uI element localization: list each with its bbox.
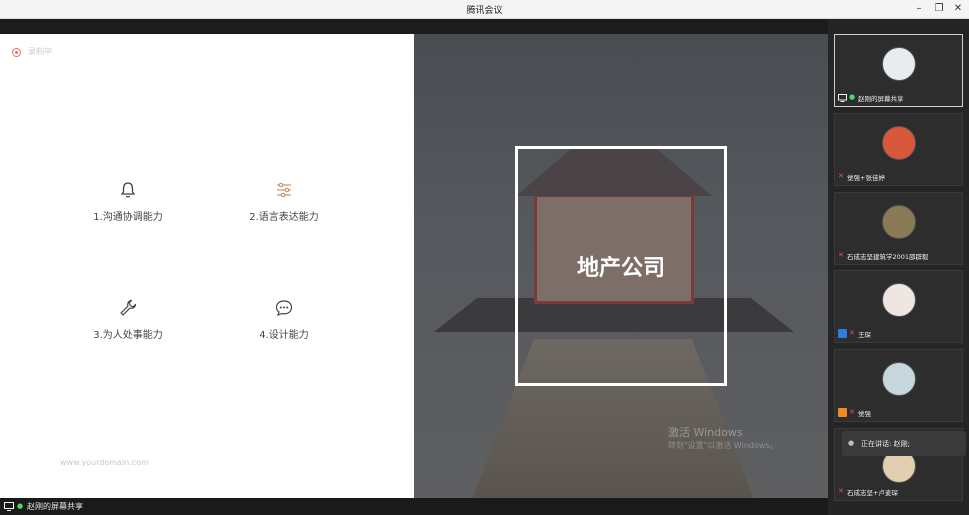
domain-text: www.yourdomain.com — [60, 458, 149, 467]
share-label-text: 赵刚的屏幕共享 — [27, 502, 83, 511]
participant-label: ✕ 觉强 — [838, 407, 871, 418]
skill-label: 2.语言表达能力 — [249, 212, 319, 223]
participant-label: ✕ 觉强+张佳婷 — [838, 171, 885, 182]
recording-text: 录制中 — [28, 47, 52, 56]
person-icon — [838, 408, 847, 417]
screen-share-icon — [4, 502, 14, 511]
avatar — [882, 126, 916, 160]
participant-label: ✕ 石成志坚建筑学2001邵辟毅 — [838, 250, 929, 261]
mic-muted-icon: ✕ — [838, 251, 844, 259]
participant-name: 王琛 — [858, 330, 871, 339]
participant-tile-2[interactable]: ✕ 觉强+张佳婷 — [834, 113, 963, 186]
wrench-icon — [120, 299, 137, 316]
screen-share-indicator[interactable]: ● 赵刚的屏幕共享 — [4, 500, 83, 513]
skill-item-2: 2.语言表达能力 — [214, 180, 354, 223]
participant-tile-1[interactable]: ● 赵刚的屏幕共享 — [834, 34, 963, 107]
sliders-icon — [277, 182, 291, 198]
participant-label: ✕ 石成志坚+卢麦琛 — [838, 486, 898, 497]
slide-image-panel: 地产公司 激活 Windows 转到"设置"以激活 Windows。 — [414, 34, 828, 498]
company-title: 地产公司 — [576, 256, 665, 281]
mic-icon: ● — [849, 93, 856, 101]
skill-item-1: 1.沟通协调能力 — [58, 180, 198, 223]
minimize-icon[interactable]: – — [911, 2, 927, 16]
skill-label: 4.设计能力 — [259, 330, 309, 341]
avatar — [882, 362, 916, 396]
slide-left-panel: 录制中 1.沟通协调能力 2.语言表达能力 3.为人处事能力 4.设计能力 ww… — [0, 34, 414, 498]
close-icon[interactable]: ✕ — [950, 2, 966, 16]
participant-tile-3[interactable]: ✕ 石成志坚建筑学2001邵辟毅 — [834, 192, 963, 265]
participant-name: 石成志坚建筑学2001邵辟毅 — [847, 252, 929, 261]
participant-tile-5[interactable]: ✕ 觉强 — [834, 349, 963, 422]
restore-icon[interactable]: ❐ — [931, 2, 947, 16]
participant-name: 赵刚的屏幕共享 — [858, 94, 904, 103]
participant-label: ● 赵刚的屏幕共享 — [838, 92, 904, 103]
speaking-indicator: ● 正在讲话: 赵刚; — [842, 431, 966, 456]
participant-name: 觉强+张佳婷 — [847, 173, 885, 182]
shared-screen: 录制中 1.沟通协调能力 2.语言表达能力 3.为人处事能力 4.设计能力 ww… — [0, 34, 828, 498]
avatar — [882, 283, 916, 317]
participant-tile-4[interactable]: ✕ 王琛 — [834, 270, 963, 343]
title-bar: 腾讯会议 – ❐ ✕ — [0, 0, 969, 19]
person-icon — [838, 329, 847, 338]
mic-muted-icon: ✕ — [838, 487, 844, 495]
skill-label: 1.沟通协调能力 — [93, 212, 163, 223]
screen-share-icon — [838, 93, 847, 102]
participant-name: 石成志坚+卢麦琛 — [847, 488, 898, 497]
bell-icon — [120, 182, 136, 198]
chat-bubble-icon — [275, 300, 293, 317]
record-icon — [12, 48, 21, 57]
mic-icon: ● — [848, 439, 855, 447]
skill-item-3: 3.为人处事能力 — [58, 298, 198, 341]
avatar — [882, 47, 916, 81]
mic-muted-icon: ✕ — [838, 172, 844, 180]
mic-muted-icon: ✕ — [849, 408, 855, 416]
participant-label: ✕ 王琛 — [838, 328, 871, 339]
windows-watermark-title: 激活 Windows — [668, 426, 743, 439]
speaking-text: 正在讲话: 赵刚; — [861, 439, 910, 448]
avatar — [882, 205, 916, 239]
bottom-status-bar: ● 赵刚的屏幕共享 — [0, 498, 828, 515]
skill-item-4: 4.设计能力 — [214, 298, 354, 341]
mic-icon: ● — [17, 502, 24, 510]
window-title: 腾讯会议 — [466, 6, 503, 16]
windows-watermark-subtitle: 转到"设置"以激活 Windows。 — [668, 441, 778, 450]
participant-name: 觉强 — [858, 409, 871, 418]
skill-label: 3.为人处事能力 — [93, 330, 163, 341]
mic-muted-icon: ✕ — [849, 329, 855, 337]
